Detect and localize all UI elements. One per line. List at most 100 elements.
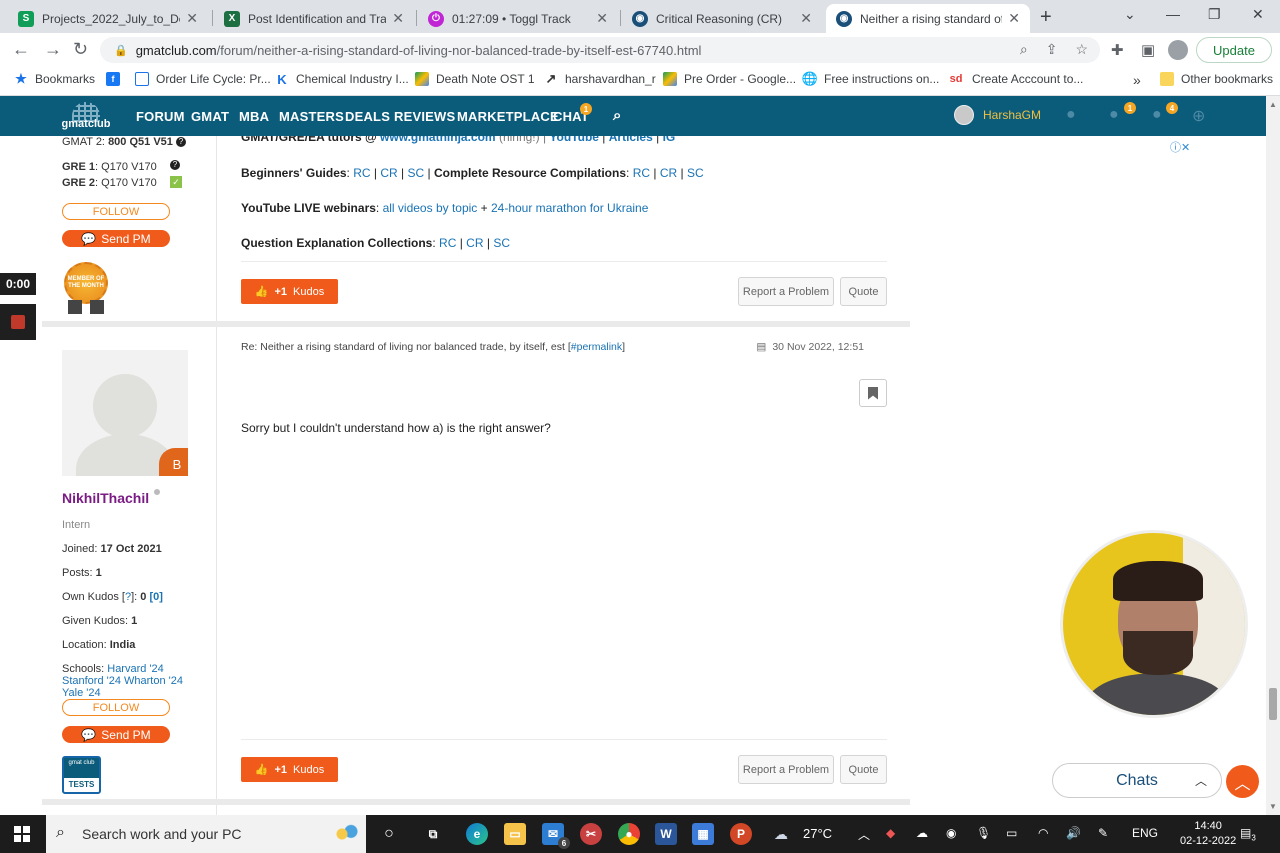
chevron-up-icon[interactable]: ︿ — [858, 826, 870, 843]
help-icon[interactable]: ? — [170, 160, 180, 170]
wifi-icon[interactable]: ◠ — [1038, 826, 1048, 840]
bookmark-chemical-industry[interactable]: K Chemical Industry I... — [275, 72, 408, 87]
new-tab-button[interactable]: + — [1040, 6, 1052, 29]
zoom-icon[interactable]: ⌕ — [1020, 41, 1028, 58]
adchoices-icon[interactable]: ⓘ✕ — [1170, 139, 1190, 155]
share-icon[interactable]: ⇪ — [1046, 41, 1058, 58]
minimize-button[interactable]: — — [1166, 6, 1180, 22]
word-icon[interactable]: W — [655, 823, 677, 845]
nav-deals[interactable]: DEALS — [345, 109, 390, 124]
scrollbar-thumb[interactable] — [1269, 688, 1277, 720]
volume-icon[interactable]: 🔊 — [1066, 826, 1081, 840]
url-input[interactable]: 🔒 gmatclub.com/forum/neither-a-rising-st… — [100, 37, 1100, 63]
nav-mba[interactable]: MBA — [239, 109, 269, 124]
more-bookmarks-chevron[interactable]: » — [1133, 72, 1141, 88]
quote-button[interactable]: Quote — [840, 755, 887, 784]
weather-icon[interactable]: ☁ — [774, 826, 788, 843]
bookmark-harshavardhan[interactable]: ↗ harshavardhan_r — [544, 71, 656, 86]
restore-button[interactable]: ❐ — [1208, 6, 1221, 23]
bookmark-other[interactable]: Other bookmarks — [1160, 72, 1273, 86]
language-indicator[interactable]: ENG — [1132, 826, 1158, 840]
chats-widget-button[interactable]: Chats ︿ — [1052, 763, 1222, 798]
scroll-top-button[interactable]: ︿ — [1226, 765, 1259, 798]
taskbar-clock[interactable]: 14:40 02-12-2022 — [1180, 819, 1236, 849]
scroll-down-arrow-icon[interactable]: ▼ — [1269, 802, 1277, 811]
powerpoint-icon[interactable]: P — [730, 823, 752, 845]
bookmark-bookmarks[interactable]: ★ Bookmarks — [14, 71, 95, 86]
report-problem-button[interactable]: Report a Problem — [738, 755, 834, 784]
username-link[interactable]: NikhilThachil — [62, 490, 149, 506]
close-icon[interactable]: ✕ — [392, 10, 404, 27]
camera-icon[interactable]: ◉ — [946, 826, 956, 840]
search-icon[interactable]: ⌕ — [613, 107, 622, 124]
update-button[interactable]: Update — [1196, 37, 1272, 63]
star-icon[interactable]: ☆ — [1075, 41, 1088, 58]
gmatclub-logo[interactable]: gmatclub — [58, 102, 114, 130]
bookmark-create-account[interactable]: sd Create Acccount to... — [947, 72, 1084, 86]
send-pm-button[interactable]: 💬 Send PM — [62, 230, 170, 247]
tab-critical-reasoning[interactable]: ◉ Critical Reasoning (CR) ✕ — [622, 4, 822, 33]
bookmark-facebook[interactable]: f — [106, 72, 127, 86]
weather-temp[interactable]: 27°C — [803, 826, 832, 841]
tab-projects[interactable]: S Projects_2022_July_to_Dec - ✕ — [8, 4, 208, 33]
antivirus-icon[interactable]: ◆ — [886, 826, 895, 840]
recording-stop-button[interactable] — [0, 304, 36, 340]
close-icon[interactable]: ✕ — [1008, 10, 1020, 27]
notification-center-icon[interactable]: ▤3 — [1240, 826, 1256, 842]
follow-button[interactable]: FOLLOW — [62, 699, 170, 716]
tab-search-icon[interactable]: ⌄ — [1124, 6, 1136, 23]
close-icon[interactable]: ✕ — [596, 10, 608, 27]
language-globe-icon[interactable]: ⊕ — [1192, 106, 1212, 125]
sidepanel-icon[interactable]: ▣ — [1141, 41, 1155, 59]
help-icon[interactable]: ? — [175, 137, 186, 148]
pen-icon[interactable]: ✎ — [1098, 826, 1108, 840]
battery-icon[interactable]: ▭ — [1006, 826, 1017, 840]
page-scrollbar[interactable]: ▲ ▼ — [1266, 96, 1280, 815]
send-pm-button[interactable]: 💬 Send PM — [62, 726, 170, 743]
quote-button[interactable]: Quote — [840, 277, 887, 306]
avatar[interactable] — [954, 105, 974, 125]
back-arrow-icon[interactable]: ← — [12, 39, 30, 60]
snipping-icon[interactable]: ✂ — [580, 823, 602, 845]
nav-forum[interactable]: FORUM — [136, 109, 185, 124]
kudos-button[interactable]: 👍 +1 Kudos — [241, 279, 338, 304]
onedrive-icon[interactable]: ☁ — [916, 826, 928, 840]
close-icon[interactable]: ✕ — [186, 10, 198, 27]
messages-icon[interactable]: ● — [1066, 106, 1086, 124]
avatar[interactable]: B — [62, 350, 188, 476]
window-close-button[interactable]: ✕ — [1252, 6, 1264, 23]
file-explorer-icon[interactable]: ▭ — [504, 823, 526, 845]
follow-button[interactable]: FOLLOW — [62, 203, 170, 220]
post-message: Sorry but I couldn't understand how a) i… — [241, 421, 551, 435]
reload-icon[interactable]: ↻ — [73, 39, 88, 60]
nav-gmat[interactable]: GMAT — [191, 109, 229, 124]
bookmark-order-life-cycle[interactable]: Order Life Cycle: Pr... — [135, 72, 271, 86]
profile-avatar[interactable] — [1168, 40, 1188, 60]
forward-arrow-icon[interactable]: → — [44, 39, 62, 60]
task-view-icon[interactable]: ⧉ — [422, 823, 444, 845]
chrome-icon[interactable]: ● — [618, 823, 640, 845]
gmatclub-tests-badge[interactable]: gmat club TESTS — [62, 756, 101, 794]
taskbar-search-input[interactable]: ⌕ Search work and your PC — [46, 815, 366, 853]
edge-icon[interactable]: e — [466, 823, 488, 845]
tab-post-identification[interactable]: X Post Identification and Tracki ✕ — [214, 4, 414, 33]
nav-masters[interactable]: MASTERS — [279, 109, 344, 124]
report-problem-button[interactable]: Report a Problem — [738, 277, 834, 306]
username[interactable]: HarshaGM — [983, 108, 1041, 122]
scroll-up-arrow-icon[interactable]: ▲ — [1269, 100, 1277, 109]
nav-reviews[interactable]: REVIEWS — [394, 109, 455, 124]
windows-start-icon[interactable] — [14, 826, 30, 842]
tab-toggl[interactable]: ⏻ 01:27:09 • Toggl Track ✕ — [418, 4, 618, 33]
calendar-icon[interactable]: ▦ — [692, 823, 714, 845]
extensions-icon[interactable]: ✚ — [1111, 41, 1124, 59]
microphone-icon[interactable]: 🎙 — [976, 826, 991, 840]
kudos-button[interactable]: 👍 +1 Kudos — [241, 757, 338, 782]
bookmark-free-instructions[interactable]: 🌐 Free instructions on... — [802, 71, 939, 86]
nav-marketplace[interactable]: MARKETPLACE — [457, 109, 559, 124]
bookmark-pre-order[interactable]: Pre Order - Google... — [663, 72, 796, 86]
close-icon[interactable]: ✕ — [800, 10, 812, 27]
bookmark-button[interactable] — [859, 379, 887, 407]
bookmark-death-note[interactable]: Death Note OST 1 — [415, 72, 535, 86]
cortana-icon[interactable]: ○ — [378, 823, 400, 845]
tab-neither-rising[interactable]: ◉ Neither a rising standard of li ✕ — [826, 4, 1030, 33]
